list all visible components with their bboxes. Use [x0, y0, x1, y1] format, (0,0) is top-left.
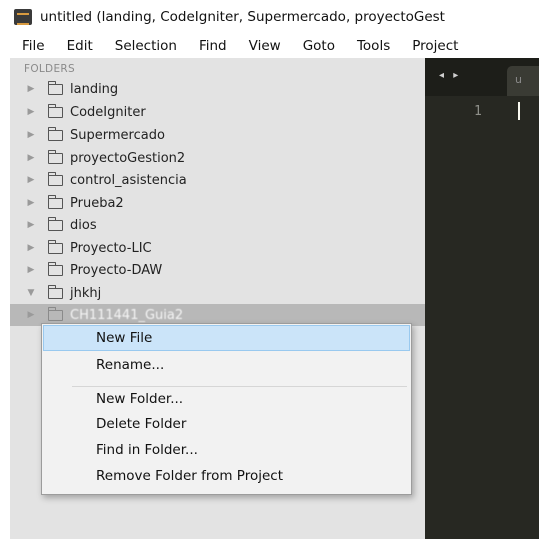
folder-row-supermercado[interactable]: ▶ Supermercado — [10, 124, 425, 146]
title-bar: untitled (landing, CodeIgniter, Supermer… — [10, 0, 539, 34]
folder-row-control-asistencia[interactable]: ▶ control_asistencia — [10, 169, 425, 191]
folder-label: Proyecto-DAW — [70, 262, 163, 278]
folder-row-proyectogestion2[interactable]: ▶ proyectoGestion2 — [10, 147, 425, 169]
menu-file[interactable]: File — [10, 38, 55, 54]
context-remove-folder[interactable]: Remove Folder from Project — [44, 464, 409, 488]
editor-tab[interactable]: u — [507, 66, 539, 96]
folder-icon — [47, 306, 63, 321]
folder-row-proyecto-daw[interactable]: ▶ Proyecto-DAW — [10, 259, 425, 281]
folder-label: Supermercado — [70, 127, 165, 143]
disclosure-collapsed-icon[interactable]: ▶ — [24, 310, 38, 320]
folder-context-menu: New File Rename... New Folder... Delete … — [41, 323, 412, 495]
folder-row-landing[interactable]: ▶ landing — [10, 78, 425, 100]
menu-item-label: Remove Folder from Project — [96, 468, 283, 484]
menu-item-label: New Folder... — [96, 391, 184, 407]
folder-row-proyecto-lic[interactable]: ▶ Proyecto-LIC — [10, 237, 425, 259]
context-new-file[interactable]: New File — [43, 325, 410, 351]
folder-row-dios[interactable]: ▶ dios — [10, 214, 425, 236]
menu-item-label: Rename... — [96, 357, 165, 373]
folder-icon — [47, 194, 63, 209]
menu-bar: File Edit Selection Find View Goto Tools… — [10, 34, 539, 58]
folder-icon — [47, 261, 63, 276]
tab-strip: ◂ ▸ u — [425, 58, 539, 96]
folder-label: control_asistencia — [70, 172, 187, 188]
menu-project[interactable]: Project — [400, 38, 468, 54]
folder-row-prueba2[interactable]: ▶ Prueba2 — [10, 192, 425, 214]
folder-icon — [47, 80, 63, 95]
folder-row-jhkhj[interactable]: ▼ jhkhj — [10, 282, 425, 304]
context-new-folder[interactable]: New Folder... — [44, 387, 409, 411]
line-number: 1 — [474, 104, 482, 119]
disclosure-collapsed-icon[interactable]: ▶ — [24, 107, 38, 117]
context-delete-folder[interactable]: Delete Folder — [44, 412, 409, 436]
disclosure-collapsed-icon[interactable]: ▶ — [24, 198, 38, 208]
folder-label: proyectoGestion2 — [70, 150, 186, 166]
editor-pane[interactable]: ◂ ▸ u 1 — [425, 58, 539, 539]
folder-label: landing — [70, 81, 119, 97]
folder-label: CodeIgniter — [70, 104, 146, 120]
disclosure-collapsed-icon[interactable]: ▶ — [24, 84, 38, 94]
disclosure-collapsed-icon[interactable]: ▶ — [24, 220, 38, 230]
folder-label: Prueba2 — [70, 195, 124, 211]
folder-icon — [47, 103, 63, 118]
tab-label: u — [515, 73, 522, 86]
menu-item-label: Find in Folder... — [96, 442, 198, 458]
context-find-in-folder[interactable]: Find in Folder... — [44, 438, 409, 462]
folder-icon — [47, 149, 63, 164]
disclosure-collapsed-icon[interactable]: ▶ — [24, 130, 38, 140]
folder-label: CH111441_Guia2 — [70, 307, 184, 323]
menu-item-label: New File — [96, 330, 153, 346]
folder-row-codeigniter[interactable]: ▶ CodeIgniter — [10, 101, 425, 123]
disclosure-collapsed-icon[interactable]: ▶ — [24, 153, 38, 163]
menu-edit[interactable]: Edit — [55, 38, 103, 54]
folder-icon — [47, 171, 63, 186]
sublime-text-icon — [14, 9, 32, 25]
menu-goto[interactable]: Goto — [291, 38, 345, 54]
tab-navigation-arrows[interactable]: ◂ ▸ — [439, 70, 461, 81]
folder-label: Proyecto-LIC — [70, 240, 152, 256]
menu-selection[interactable]: Selection — [103, 38, 187, 54]
menu-view[interactable]: View — [237, 38, 291, 54]
folder-label: dios — [70, 217, 97, 233]
folder-icon — [47, 239, 63, 254]
folder-icon — [47, 216, 63, 231]
context-rename[interactable]: Rename... — [44, 353, 409, 377]
folder-icon — [47, 126, 63, 141]
menu-item-label: Delete Folder — [96, 416, 187, 432]
text-caret — [518, 102, 520, 120]
disclosure-collapsed-icon[interactable]: ▶ — [24, 265, 38, 275]
folders-header: FOLDERS — [24, 63, 75, 75]
folder-label: jhkhj — [70, 285, 102, 301]
open-folder-icon — [47, 284, 63, 299]
disclosure-expanded-icon[interactable]: ▼ — [24, 288, 38, 298]
menu-tools[interactable]: Tools — [345, 38, 400, 54]
menu-find[interactable]: Find — [187, 38, 237, 54]
disclosure-collapsed-icon[interactable]: ▶ — [24, 175, 38, 185]
window-title: untitled (landing, CodeIgniter, Supermer… — [40, 9, 445, 25]
disclosure-collapsed-icon[interactable]: ▶ — [24, 243, 38, 253]
